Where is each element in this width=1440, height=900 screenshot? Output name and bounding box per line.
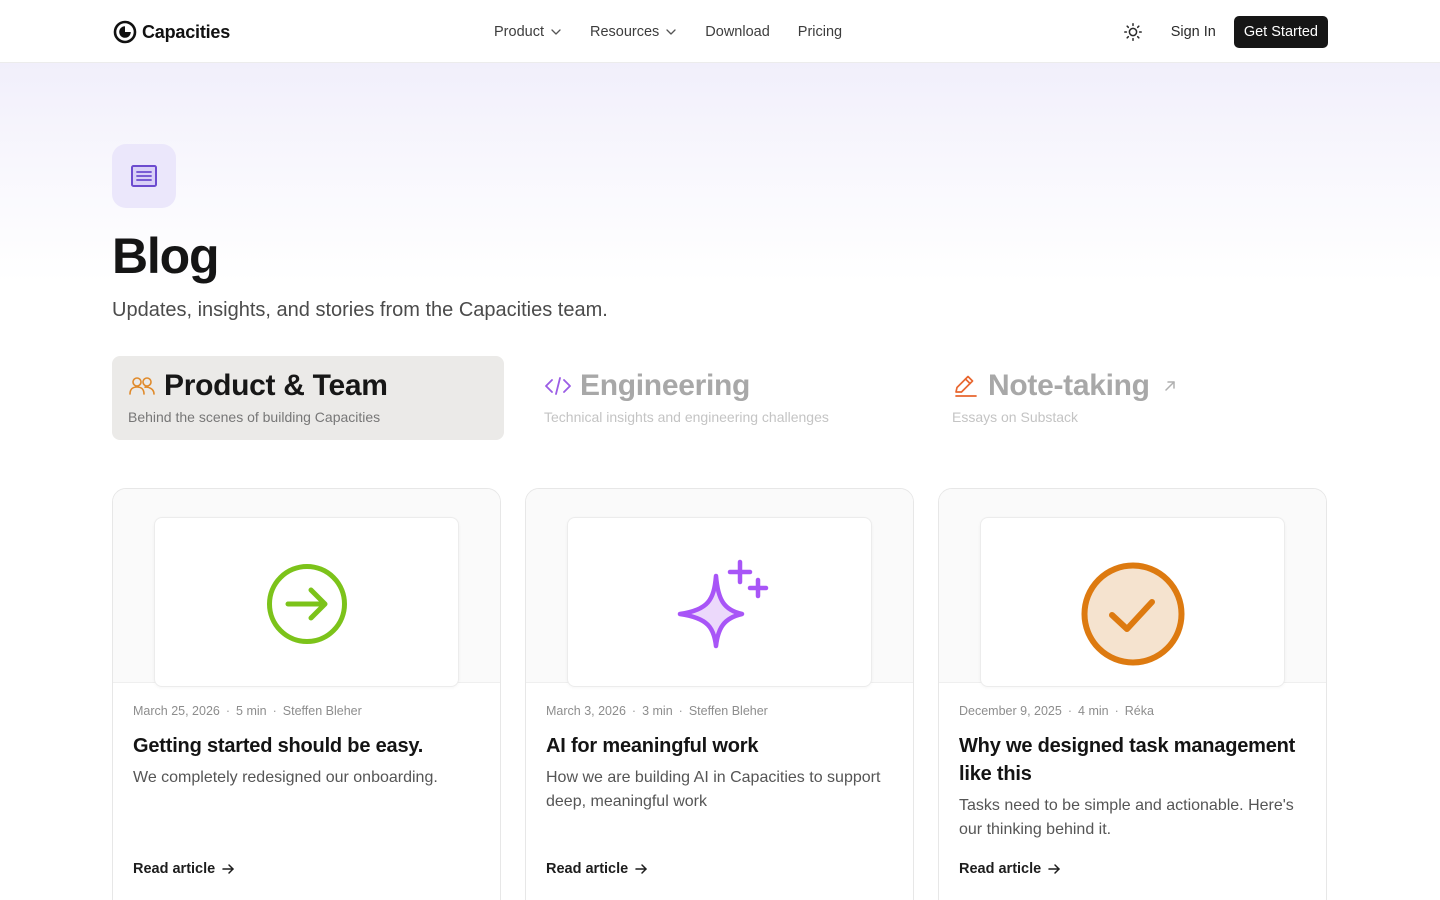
header-actions: Sign In Get Started — [1123, 16, 1328, 48]
tab-note-taking[interactable]: Note-taking Essays on Substack — [936, 356, 1328, 440]
blog-badge — [112, 144, 176, 208]
article-card[interactable]: March 3, 2026 · 3 min · Steffen Bleher A… — [525, 488, 914, 900]
brand-name: Capacities — [142, 21, 231, 42]
article-image — [939, 489, 1326, 687]
article-image-sheet — [154, 517, 459, 687]
arrow-right-icon — [222, 864, 234, 874]
arrow-right-circle-icon — [267, 564, 347, 644]
chevron-down-icon — [551, 28, 561, 35]
article-image — [113, 489, 500, 687]
brand-home-link[interactable]: Capacities — [113, 19, 230, 45]
article-title[interactable]: Getting started should be easy. — [133, 732, 480, 760]
nav-pricing-label: Pricing — [797, 23, 843, 40]
meta-separator: · — [1114, 704, 1119, 718]
meta-separator: · — [1067, 704, 1073, 718]
category-tabs: Product & Team Behind the scenes of buil… — [112, 356, 1328, 440]
nav-download-label: Download — [705, 23, 770, 40]
tab-product-team-title: Product & Team — [164, 369, 388, 402]
document-lines-icon — [131, 165, 157, 187]
article-read-time: 4 min — [1078, 704, 1109, 718]
main-nav: Product Resources Download Pricing — [494, 0, 842, 63]
article-excerpt: We completely redesigned our onboarding. — [133, 769, 438, 786]
article-read-time: 5 min — [236, 704, 267, 718]
tab-product-team-header: Product & Team — [128, 370, 488, 402]
read-article-label: Read article — [133, 861, 216, 877]
tab-note-taking-description: Essays on Substack — [952, 409, 1079, 425]
arrow-right-icon — [1048, 864, 1060, 874]
nav-product-label: Product — [494, 23, 544, 40]
article-body: March 25, 2026 · 5 min · Steffen Bleher … — [113, 683, 500, 790]
article-image-sheet — [980, 517, 1285, 687]
article-body: December 9, 2025 · 4 min · Réka Why we d… — [939, 683, 1326, 842]
article-excerpt: How we are building AI in Capacities to … — [546, 769, 881, 810]
article-meta: December 9, 2025 · 4 min · Réka — [959, 703, 1306, 719]
meta-separator: · — [631, 704, 637, 718]
article-excerpt: Tasks need to be simple and actionable. … — [959, 797, 1294, 838]
nav-resources[interactable]: Resources — [590, 24, 677, 40]
nav-download[interactable]: Download — [705, 24, 770, 40]
get-started-button[interactable]: Get Started — [1233, 16, 1328, 48]
read-article-label: Read article — [546, 861, 629, 877]
article-meta: March 25, 2026 · 5 min · Steffen Bleher — [133, 703, 480, 719]
page-subtitle: Updates, insights, and stories from the … — [112, 299, 608, 321]
tab-product-team[interactable]: Product & Team Behind the scenes of buil… — [112, 356, 504, 440]
read-article-link[interactable]: Read article — [546, 861, 648, 877]
arrow-right-icon — [635, 864, 647, 874]
meta-separator: · — [272, 704, 277, 718]
arrow-up-right-icon — [1164, 381, 1175, 391]
nav-pricing[interactable]: Pricing — [798, 24, 842, 40]
read-article-link[interactable]: Read article — [959, 861, 1061, 877]
chevron-down-icon — [666, 28, 676, 35]
read-article-label: Read article — [959, 861, 1042, 877]
tab-note-taking-title: Note-taking — [988, 369, 1150, 402]
sparkles-icon — [677, 559, 769, 649]
article-body: March 3, 2026 · 3 min · Steffen Bleher A… — [526, 683, 913, 814]
sign-in-link[interactable]: Sign In — [1171, 24, 1216, 40]
article-author: Réka — [1124, 704, 1154, 718]
sun-icon[interactable] — [1123, 22, 1143, 42]
article-card[interactable]: December 9, 2025 · 4 min · Réka Why we d… — [938, 488, 1327, 900]
article-read-time: 3 min — [642, 704, 673, 718]
meta-separator: · — [225, 704, 231, 718]
tab-engineering[interactable]: Engineering Technical insights and engin… — [528, 356, 920, 440]
article-card[interactable]: March 25, 2026 · 5 min · Steffen Bleher … — [112, 488, 501, 900]
nav-resources-label: Resources — [589, 23, 660, 40]
top-navigation-bar: Capacities Product Resources Download Pr… — [0, 0, 1440, 63]
article-grid: March 25, 2026 · 5 min · Steffen Bleher … — [112, 488, 1328, 900]
article-image — [526, 489, 913, 687]
nav-product[interactable]: Product — [494, 24, 562, 40]
article-author: Steffen Bleher — [688, 704, 768, 718]
tab-note-taking-header: Note-taking — [952, 370, 1312, 402]
meta-separator: · — [678, 704, 683, 718]
article-date: March 25, 2026 — [133, 704, 220, 718]
capacities-logo-icon — [113, 20, 137, 44]
tab-engineering-header: Engineering — [544, 370, 904, 402]
pencil-icon — [955, 375, 977, 397]
people-icon — [129, 377, 155, 395]
article-image-sheet — [567, 517, 872, 687]
tab-engineering-title: Engineering — [580, 369, 751, 402]
read-article-link[interactable]: Read article — [133, 861, 235, 877]
article-title[interactable]: Why we designed task management like thi… — [959, 732, 1306, 788]
article-meta: March 3, 2026 · 3 min · Steffen Bleher — [546, 703, 893, 719]
page-title: Blog — [112, 228, 220, 284]
check-circle-icon — [1081, 562, 1185, 666]
article-date: December 9, 2025 — [959, 704, 1062, 718]
article-author: Steffen Bleher — [282, 704, 362, 718]
article-title[interactable]: AI for meaningful work — [546, 732, 893, 760]
article-date: March 3, 2026 — [546, 704, 626, 718]
tab-engineering-description: Technical insights and engineering chall… — [544, 409, 829, 425]
code-icon — [545, 377, 571, 395]
tab-product-team-description: Behind the scenes of building Capacities — [128, 409, 381, 425]
